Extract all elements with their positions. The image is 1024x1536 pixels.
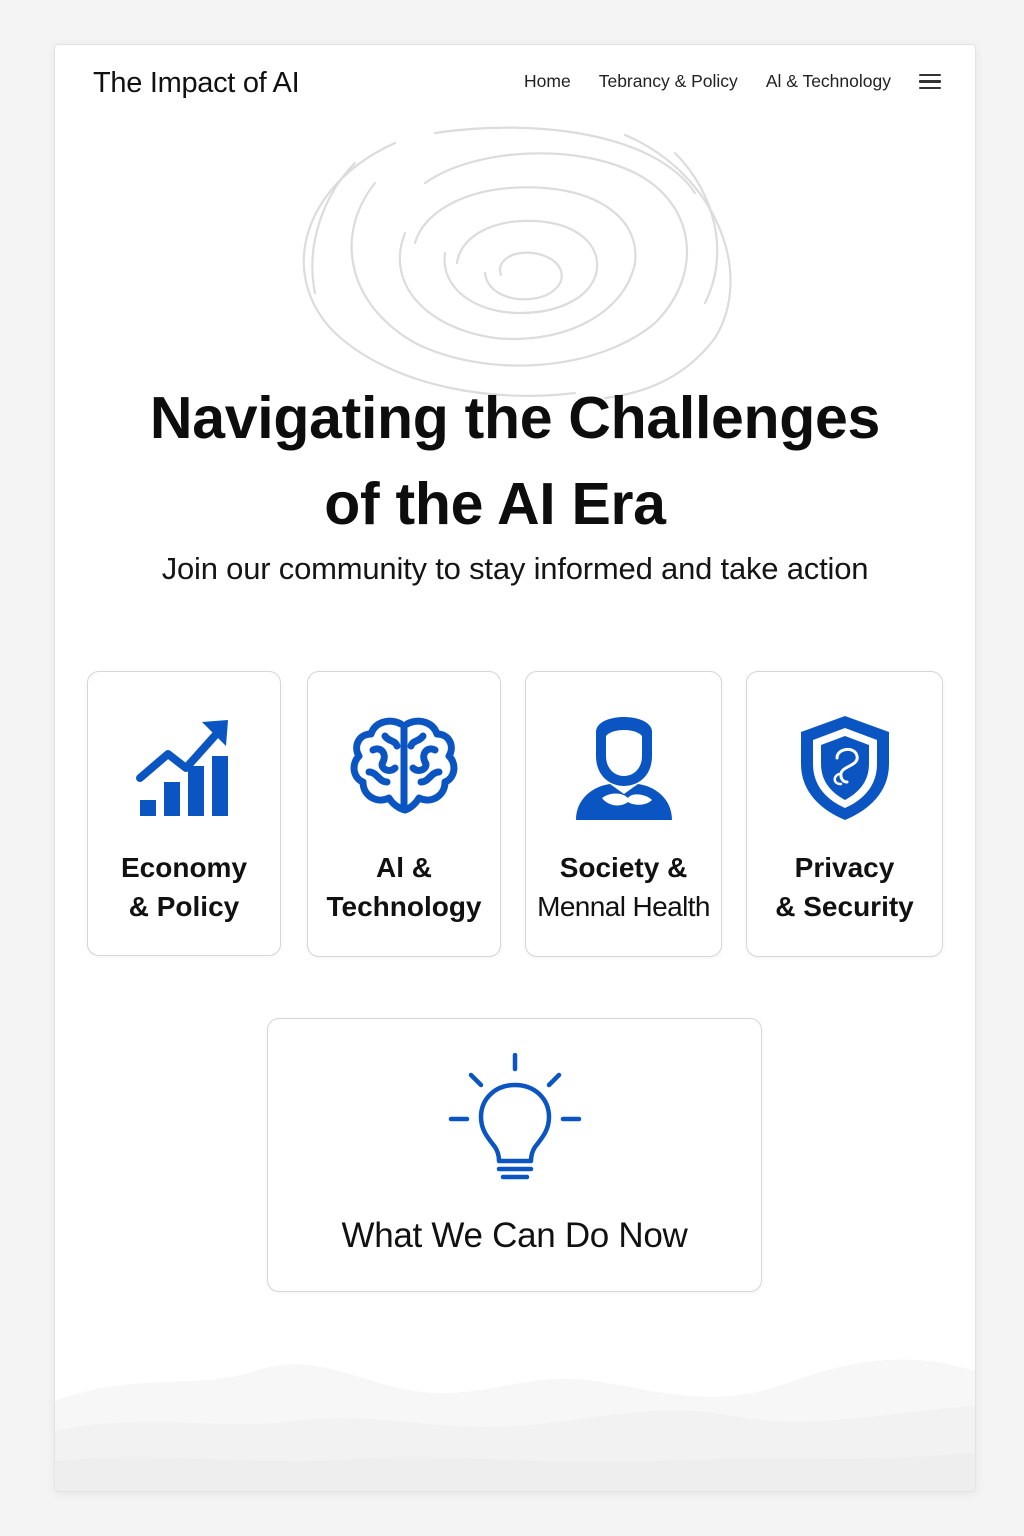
nav-link-home[interactable]: Home: [524, 71, 571, 92]
nav-link-technology[interactable]: Al & Technology: [766, 71, 891, 92]
card-economy-policy[interactable]: Economy & Policy: [87, 671, 281, 956]
main-nav: Home Tebrancy & Policy Al & Technology: [524, 71, 941, 92]
hero-title-line-1: Navigating the Challenges: [149, 385, 881, 451]
card-label: Society & Mennal Health: [526, 848, 721, 926]
card-label-line-2: Technology: [326, 891, 482, 922]
brain-icon: [350, 717, 458, 814]
card-society-mental-health[interactable]: Society & Mennal Health: [525, 671, 722, 957]
card-label: Privacy & Security: [747, 848, 942, 926]
page-container: The Impact of AI Home Tebrancy & Policy …: [54, 44, 976, 1492]
site-title[interactable]: The Impact of AI: [93, 67, 300, 100]
card-label-line-2: & Security: [775, 891, 914, 922]
shield-icon: [800, 716, 889, 820]
growth-chart-icon: [136, 720, 228, 816]
wave-decoration: [55, 1359, 975, 1491]
card-label-line-2: & Policy: [128, 891, 240, 922]
lightbulb-icon: [448, 1053, 581, 1180]
card-label: Al & Technology: [308, 848, 500, 926]
hero-title-line-2: of the AI Era: [324, 471, 666, 537]
hamburger-menu-icon[interactable]: [919, 72, 941, 92]
hero-title: Navigating the Challenges of the AI Era: [55, 375, 975, 547]
card-ai-technology[interactable]: Al & Technology: [307, 671, 501, 957]
card-label-line-1: Al &: [376, 852, 432, 883]
card-label-line-1: Society &: [559, 852, 688, 883]
card-what-we-can-do[interactable]: What We Can Do Now: [267, 1018, 762, 1292]
card-label-line-1: Economy: [120, 852, 248, 883]
card-label-line-1: Privacy: [794, 852, 895, 883]
nav-link-policy[interactable]: Tebrancy & Policy: [599, 71, 738, 92]
card-label: Economy & Policy: [88, 848, 280, 926]
swirl-decoration-icon: [302, 126, 732, 400]
card-privacy-security[interactable]: Privacy & Security: [746, 671, 943, 957]
hero-subtitle: Join our community to stay informed and …: [161, 551, 869, 586]
person-icon: [575, 717, 672, 820]
card-label: What We Can Do Now: [341, 1216, 688, 1255]
card-label-line-2: Mennal Health: [537, 891, 710, 922]
site-header: The Impact of AI Home Tebrancy & Policy …: [55, 45, 975, 125]
